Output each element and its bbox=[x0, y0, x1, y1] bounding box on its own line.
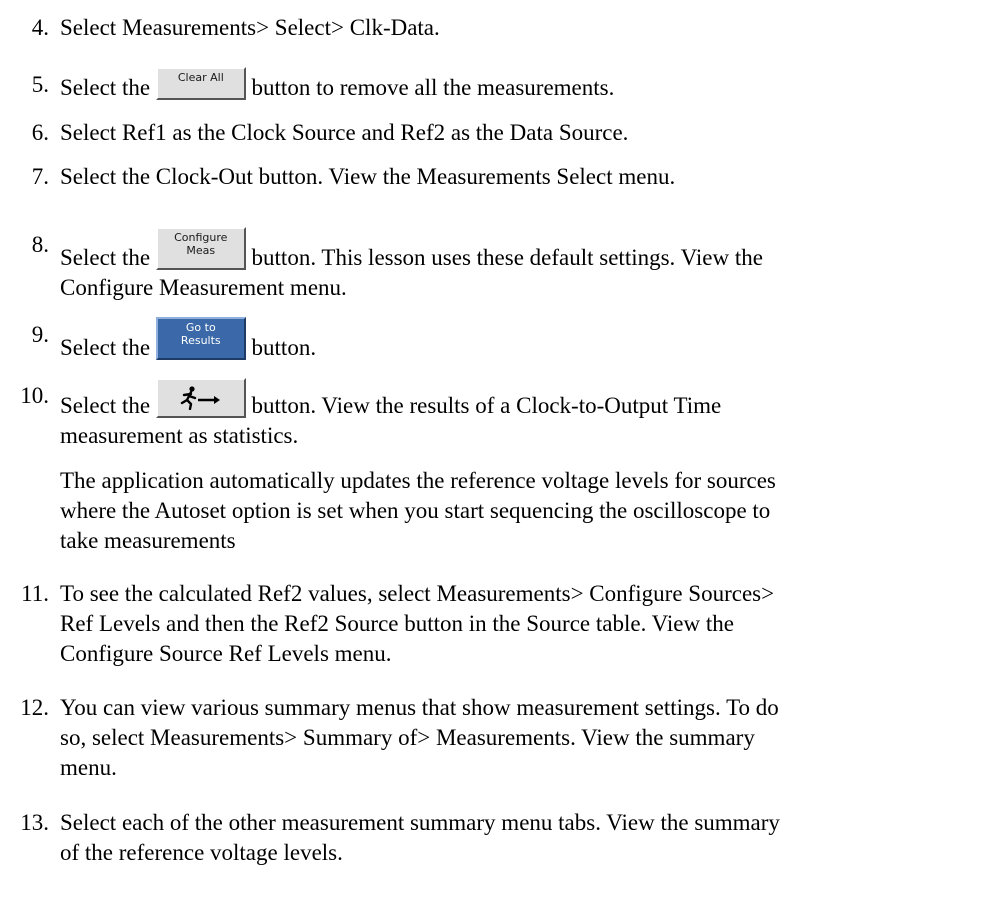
step-text: Select each of the other measurement sum… bbox=[60, 810, 780, 835]
document-page: 4. Select Measurements> Select> Clk-Data… bbox=[0, 0, 993, 901]
step-number: 10. bbox=[20, 383, 49, 408]
step-number: 7. bbox=[31, 164, 49, 189]
step-text: measurement as statistics. bbox=[60, 423, 299, 448]
start-sequence-button[interactable] bbox=[155, 378, 246, 418]
go-to-results-button[interactable]: Go to Results bbox=[155, 317, 246, 360]
step-text: Select the bbox=[60, 245, 151, 270]
step-number: 8. bbox=[31, 232, 49, 257]
step-number: 4. bbox=[31, 15, 49, 40]
step-number: 9. bbox=[31, 322, 49, 347]
configure-meas-button[interactable]: Configure Meas bbox=[155, 227, 246, 270]
step-number: 13. bbox=[20, 810, 49, 835]
step-number: 5. bbox=[31, 72, 49, 97]
run-sequence-icon bbox=[180, 386, 220, 410]
step-text: button to remove all the measurements. bbox=[251, 75, 615, 100]
step-number: 11. bbox=[21, 581, 49, 606]
step-text: Ref Levels and then the Ref2 Source butt… bbox=[60, 611, 734, 636]
step-text: button. This lesson uses these default s… bbox=[251, 245, 763, 270]
step-text: Select Measurements> Select> Clk-Data. bbox=[60, 15, 440, 40]
note-paragraph: The application automatically updates th… bbox=[60, 468, 776, 553]
step-text: Select the bbox=[60, 393, 151, 418]
step-text: so, select Measurements> Summary of> Mea… bbox=[60, 725, 755, 750]
step-text: Select the bbox=[60, 75, 151, 100]
step-text: of the reference voltage levels. bbox=[60, 840, 343, 865]
step-text: Select Ref1 as the Clock Source and Ref2… bbox=[60, 120, 629, 145]
clear-all-button[interactable]: Clear All bbox=[155, 67, 246, 100]
step-text: You can view various summary menus that … bbox=[60, 695, 779, 720]
step-number: 12. bbox=[20, 695, 49, 720]
step-text: button. bbox=[251, 335, 317, 360]
step-text: To see the calculated Ref2 values, selec… bbox=[60, 581, 775, 606]
step-text: Configure Source Ref Levels menu. bbox=[60, 641, 392, 666]
step-text: Configure Measurement menu. bbox=[60, 275, 347, 300]
step-number: 6. bbox=[31, 120, 49, 145]
step-text: Select the bbox=[60, 335, 151, 360]
step-text: menu. bbox=[60, 755, 117, 780]
step-text: button. View the results of a Clock-to-O… bbox=[251, 393, 722, 418]
step-text: Select the Clock-Out button. View the Me… bbox=[60, 164, 676, 189]
